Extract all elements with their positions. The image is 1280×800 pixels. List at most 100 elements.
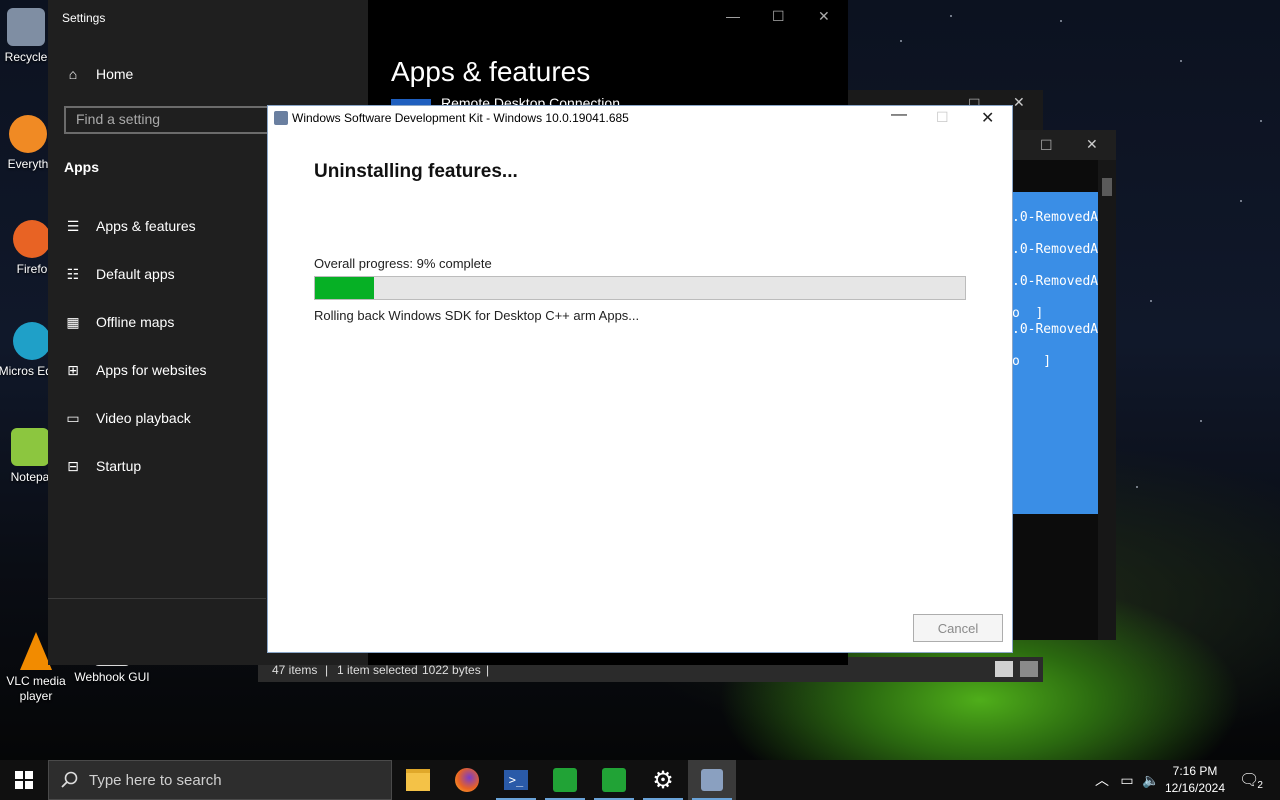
firefox-icon xyxy=(455,768,479,792)
map-icon: ▦ xyxy=(66,313,80,330)
close-icon[interactable]: ✕ xyxy=(1013,94,1025,111)
taskbar-clock[interactable]: 7:16 PM 12/16/2024 xyxy=(1160,763,1230,797)
nav-startup[interactable]: ⊟ Startup xyxy=(64,454,141,478)
default-apps-icon: ☷ xyxy=(66,265,80,282)
list-icon: ☰ xyxy=(66,217,80,234)
taskbar-file-explorer[interactable] xyxy=(394,760,442,800)
green-app-icon xyxy=(602,768,626,792)
minimize-icon[interactable]: — xyxy=(726,8,740,24)
taskbar-app-green-1[interactable] xyxy=(541,760,589,800)
console-line: .0-RemovedA xyxy=(1012,210,1099,225)
section-heading: Apps xyxy=(64,159,99,175)
console-line: o ] xyxy=(1012,306,1044,321)
progress-bar xyxy=(314,276,966,300)
find-setting-placeholder: Find a setting xyxy=(76,111,161,127)
startup-icon: ⊟ xyxy=(67,457,79,474)
windows-logo-icon xyxy=(15,771,33,789)
firefox-icon xyxy=(13,220,51,258)
minimize-icon[interactable]: — xyxy=(891,106,907,124)
taskbar-powershell[interactable]: >_ xyxy=(492,760,540,800)
status-selected: 1 item selected xyxy=(337,663,418,677)
maximize-icon: ☐ xyxy=(936,109,949,125)
notepad-plus-icon xyxy=(11,428,49,466)
console-selection xyxy=(1012,192,1098,514)
nav-label: Video playback xyxy=(96,410,191,426)
nav-video-playback[interactable]: ▭ Video playback xyxy=(64,406,191,430)
taskbar-app-green-2[interactable] xyxy=(590,760,638,800)
window-title: Settings xyxy=(62,11,106,25)
nav-apps-for-websites[interactable]: ⊞ Apps for websites xyxy=(64,358,207,382)
divider xyxy=(48,598,266,599)
dialog-heading: Uninstalling features... xyxy=(314,161,518,182)
green-app-icon xyxy=(553,768,577,792)
console-scrollbar[interactable] xyxy=(1098,160,1116,640)
nav-label: Apps for websites xyxy=(96,362,207,378)
open-in-icon: ⊞ xyxy=(67,361,79,378)
clock-date: 12/16/2024 xyxy=(1164,781,1226,795)
nav-label: Apps & features xyxy=(96,218,196,234)
start-button[interactable] xyxy=(0,760,48,800)
page-title: Apps & features xyxy=(391,56,591,87)
close-icon[interactable]: ✕ xyxy=(818,8,830,25)
nav-default-apps[interactable]: ☷ Default apps xyxy=(64,262,175,286)
search-icon xyxy=(61,771,78,788)
desktop-icon-label: Recycle xyxy=(4,50,48,64)
recycle-bin-icon xyxy=(7,8,45,46)
edge-icon xyxy=(13,322,51,360)
cancel-button[interactable]: Cancel xyxy=(913,614,1003,642)
volume-control[interactable]: 🔈 xyxy=(1140,760,1162,800)
home-icon: ⌂ xyxy=(68,66,78,82)
gear-icon: ⚙ xyxy=(652,766,674,794)
notification-count: 2 xyxy=(1257,779,1263,791)
search-placeholder: Type here to search xyxy=(89,772,222,789)
console-line: o ] xyxy=(1012,354,1052,369)
tiles-view-icon[interactable] xyxy=(1020,661,1038,677)
maximize-icon[interactable]: ☐ xyxy=(772,8,785,25)
progress-fill xyxy=(315,277,374,299)
action-center-button[interactable]: 🗨 2 xyxy=(1236,760,1266,800)
taskbar-sdk-installer[interactable] xyxy=(688,760,736,800)
taskbar: Type here to search >_ ⚙ ︿ ▭ 🔈 7:16 PM 1… xyxy=(0,760,1280,800)
console-line: .0-RemovedA xyxy=(1012,274,1099,289)
notification-icon: 🗨 xyxy=(1239,772,1260,789)
show-hidden-icons[interactable]: ︿ xyxy=(1092,760,1112,800)
sdk-installer-icon xyxy=(274,111,288,125)
video-icon: ▭ xyxy=(66,409,80,426)
taskbar-search-box[interactable]: Type here to search xyxy=(48,760,392,800)
find-setting-input[interactable]: Find a setting xyxy=(64,106,284,134)
maximize-icon[interactable]: ☐ xyxy=(1040,137,1053,154)
desktop-icon-label: Notepa xyxy=(10,470,50,484)
nav-label: Startup xyxy=(96,458,142,474)
status-size: 1022 bytes xyxy=(422,663,481,677)
sdk-installer-icon xyxy=(701,769,723,791)
dialog-title: Windows Software Development Kit - Windo… xyxy=(292,111,629,125)
nav-offline-maps[interactable]: ▦ Offline maps xyxy=(64,310,174,334)
desktop-icon-label: Webhook GUI xyxy=(74,670,150,684)
details-view-icon[interactable] xyxy=(995,661,1013,677)
folder-icon xyxy=(406,769,430,791)
taskbar-firefox[interactable] xyxy=(443,760,491,800)
desktop-icon-label: Firefo xyxy=(16,262,48,276)
progress-label: Overall progress: 9% complete xyxy=(314,256,492,271)
everything-search-icon xyxy=(9,115,47,153)
console-titlebar: ☐ ✕ xyxy=(1012,130,1116,160)
clock-time: 7:16 PM xyxy=(1172,764,1218,778)
taskbar-settings[interactable]: ⚙ xyxy=(639,760,687,800)
nav-home[interactable]: ⌂ Home xyxy=(64,62,134,86)
close-icon[interactable]: ✕ xyxy=(1086,136,1098,153)
speaker-muted-icon: 🔈 xyxy=(1142,771,1160,788)
nav-label: Offline maps xyxy=(96,314,175,330)
desktop-icon-label: Everyth xyxy=(7,157,49,171)
close-icon[interactable]: ✕ xyxy=(981,108,994,128)
scrollbar-thumb[interactable] xyxy=(1102,178,1112,196)
nav-apps-features[interactable]: ☰ Apps & features xyxy=(64,214,196,238)
desktop-icon-label: VLC media player xyxy=(6,674,66,703)
nav-label: Default apps xyxy=(96,266,175,282)
powershell-icon: >_ xyxy=(504,770,528,790)
console-line: .0-RemovedA xyxy=(1012,242,1099,257)
status-divider: | xyxy=(325,663,329,677)
network-icon: ▭ xyxy=(1120,771,1134,788)
nav-home-label: Home xyxy=(96,66,134,82)
network-status[interactable]: ▭ xyxy=(1116,760,1138,800)
console-window: ☐ ✕ .0-RemovedA .0-RemovedA .0-RemovedA … xyxy=(1012,130,1116,640)
